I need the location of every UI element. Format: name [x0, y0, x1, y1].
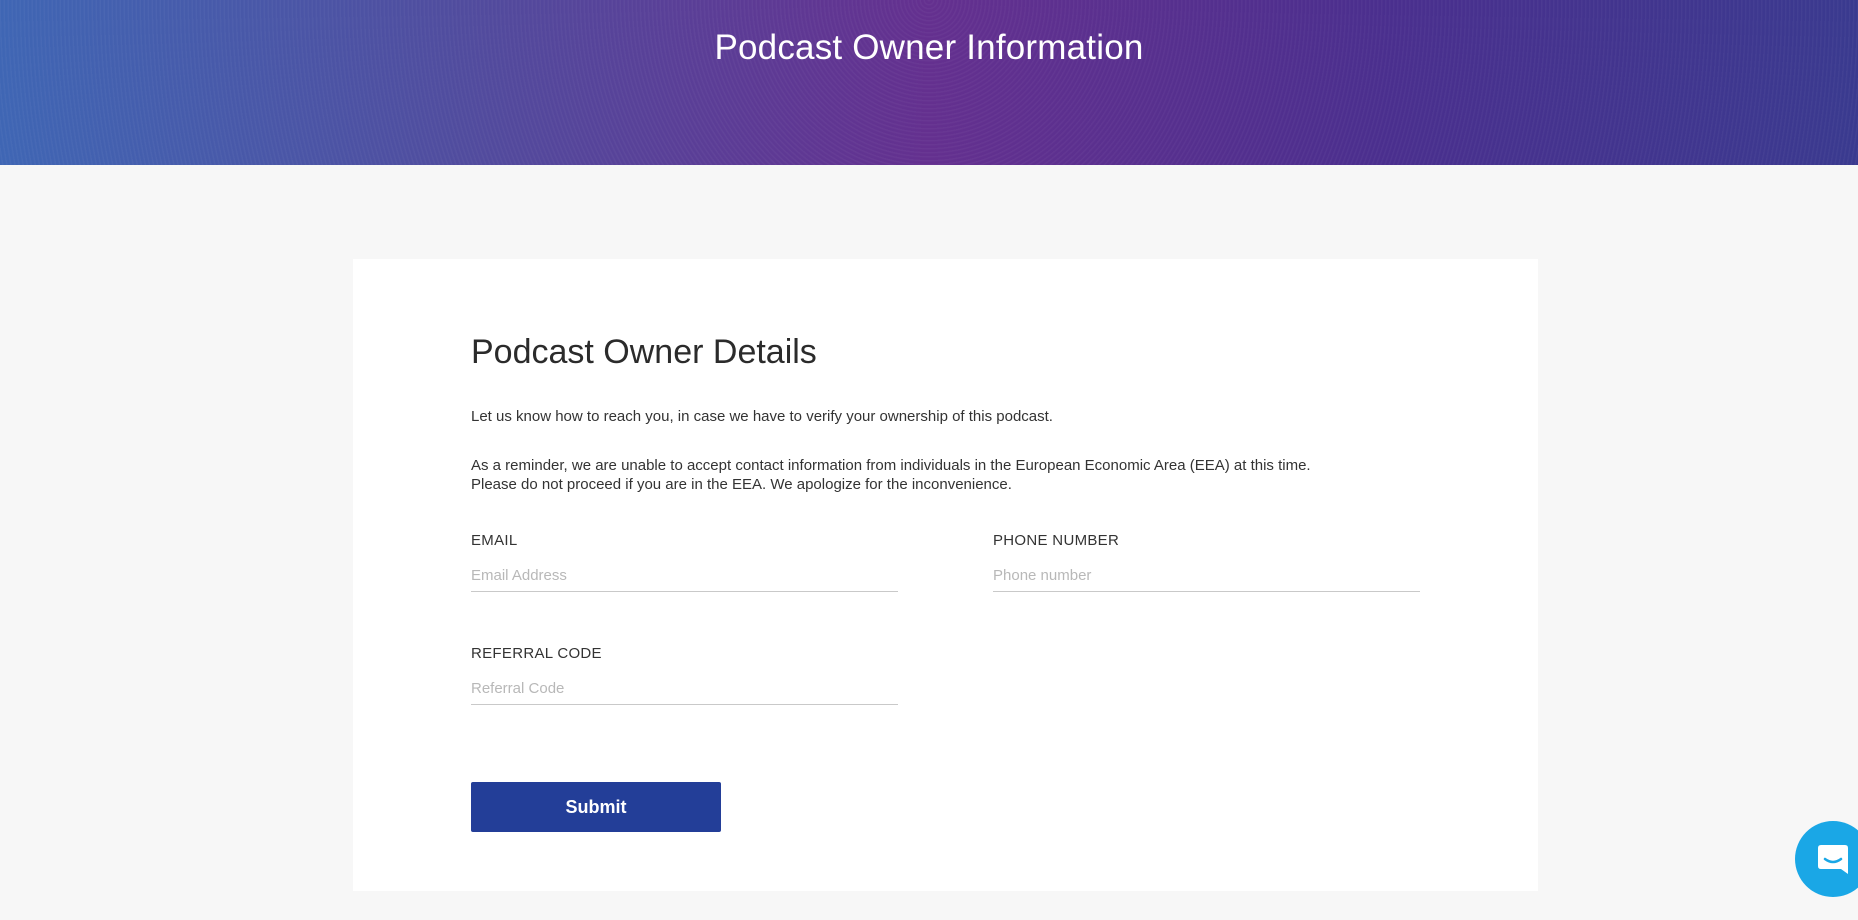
referral-code-field[interactable] [471, 672, 898, 705]
owner-details-card: Podcast Owner Details Let us know how to… [353, 259, 1538, 891]
phone-label: PHONE NUMBER [993, 532, 1120, 549]
submit-button[interactable]: Submit [471, 782, 721, 832]
chat-launcher-button[interactable] [1795, 821, 1858, 897]
email-label: EMAIL [471, 532, 518, 549]
email-field[interactable] [471, 559, 898, 592]
intro-text: Let us know how to reach you, in case we… [471, 408, 1053, 425]
referral-code-label: REFERRAL CODE [471, 645, 602, 662]
section-title: Podcast Owner Details [471, 333, 817, 371]
page-header-banner: Podcast Owner Information [0, 0, 1858, 165]
eea-reminder-line-1: As a reminder, we are unable to accept c… [471, 457, 1311, 474]
eea-reminder-line-2: Please do not proceed if you are in the … [471, 476, 1012, 493]
chat-bubble-icon [1818, 845, 1848, 874]
phone-field[interactable] [993, 559, 1420, 592]
page-title: Podcast Owner Information [714, 28, 1144, 67]
